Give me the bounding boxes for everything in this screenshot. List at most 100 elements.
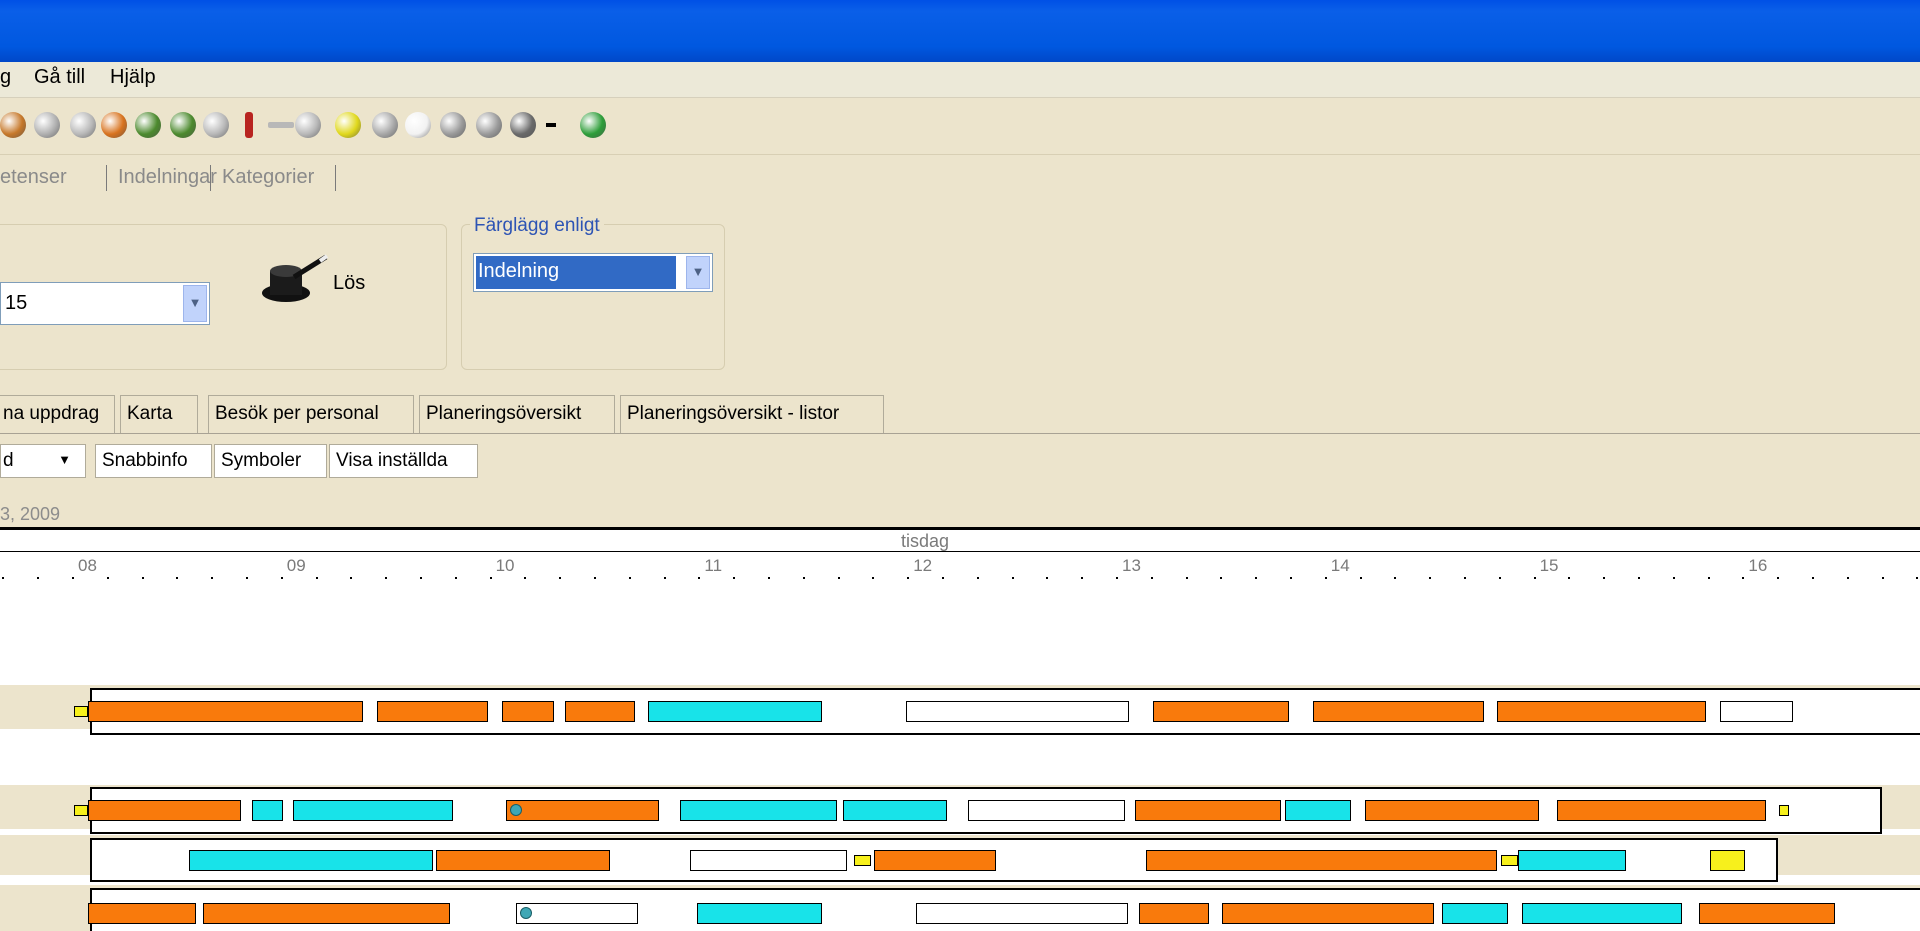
stop-icon[interactable] — [372, 112, 398, 138]
visit-bar[interactable] — [648, 701, 822, 722]
visit-bar[interactable] — [968, 800, 1125, 821]
visit-bar[interactable] — [1135, 800, 1281, 821]
tick-mark — [1499, 577, 1501, 579]
quick-info-button[interactable]: Snabbinfo — [95, 444, 212, 478]
visit-bar[interactable] — [1139, 903, 1209, 924]
pause-icon[interactable] — [335, 112, 361, 138]
hour-label: 16 — [1748, 556, 1768, 575]
visit-bar[interactable] — [843, 800, 947, 821]
visit-bar[interactable] — [293, 800, 453, 821]
visit-bar[interactable] — [74, 805, 88, 816]
visit-bar[interactable] — [88, 701, 363, 722]
visit-bar[interactable] — [690, 850, 847, 871]
visit-bar[interactable] — [1146, 850, 1497, 871]
tick-mark — [176, 577, 178, 579]
menu-bar: g Gå till Hjälp — [0, 62, 1920, 98]
visit-bar[interactable] — [88, 800, 241, 821]
visit-bar[interactable] — [916, 903, 1128, 924]
visit-bar[interactable] — [1501, 855, 1518, 866]
visit-bar[interactable] — [1779, 805, 1789, 816]
dropdown-arrow-icon[interactable]: ▼ — [58, 452, 71, 467]
tick-mark — [1882, 577, 1884, 579]
visit-bar[interactable] — [854, 855, 871, 866]
link-divisions[interactable]: Indelningar — [118, 166, 217, 189]
person-pair-icon[interactable] — [101, 112, 127, 138]
visit-bar[interactable] — [697, 903, 822, 924]
visit-bar[interactable] — [1522, 903, 1682, 924]
link-icon[interactable] — [268, 122, 294, 128]
tick-mark — [281, 577, 283, 579]
tick-mark — [1116, 577, 1118, 579]
visit-bar[interactable] — [436, 850, 610, 871]
pencil-icon[interactable] — [0, 112, 26, 138]
link-categories[interactable]: Kategorier — [222, 166, 314, 189]
window-titlebar[interactable] — [0, 0, 1920, 62]
visit-bar[interactable] — [88, 903, 196, 924]
tick-mark — [803, 577, 805, 579]
tick-mark — [942, 577, 944, 579]
symbols-button[interactable]: Symboler — [214, 444, 327, 478]
dropdown-arrow-icon[interactable] — [546, 123, 556, 127]
show-cancelled-button[interactable]: Visa inställda — [329, 444, 478, 478]
print-icon[interactable] — [510, 112, 536, 138]
tab-planning-overview[interactable]: Planeringsöversikt — [419, 395, 615, 433]
visit-bar[interactable] — [74, 706, 88, 717]
visit-bar[interactable] — [377, 701, 488, 722]
tick-mark — [72, 577, 74, 579]
visit-bar[interactable] — [1365, 800, 1539, 821]
visit-bar[interactable] — [1710, 850, 1745, 871]
visit-bar[interactable] — [506, 800, 659, 821]
visit-bar[interactable] — [502, 701, 554, 722]
visit-bar[interactable] — [189, 850, 433, 871]
menu-item-partial[interactable]: g — [0, 66, 11, 89]
chevron-down-icon[interactable]: ▼ — [686, 256, 710, 289]
visit-bar[interactable] — [1442, 903, 1508, 924]
menu-item-help[interactable]: Hjälp — [110, 66, 156, 89]
person-grey-icon[interactable] — [70, 112, 96, 138]
filter-combobox[interactable]: d ▼ — [0, 444, 86, 478]
visit-bar[interactable] — [1557, 800, 1766, 821]
visit-bar[interactable] — [516, 903, 638, 924]
solve-label[interactable]: Lös — [333, 272, 365, 295]
tab-assignments[interactable]: na uppdrag — [0, 395, 115, 433]
visit-bar[interactable] — [252, 800, 283, 821]
refresh-icon[interactable] — [580, 112, 606, 138]
person-group-icon[interactable] — [170, 112, 196, 138]
group-grey-icon[interactable] — [440, 112, 466, 138]
person-money-icon[interactable] — [135, 112, 161, 138]
color-by-select[interactable]: Indelning ▼ — [473, 253, 713, 292]
visit-bar[interactable] — [565, 701, 635, 722]
tab-map[interactable]: Karta — [120, 395, 198, 433]
tick-mark — [1360, 577, 1362, 579]
tab-visits-per-staff[interactable]: Besök per personal — [208, 395, 414, 433]
tick-mark — [1220, 577, 1222, 579]
menu-item-goto[interactable]: Gå till — [34, 66, 85, 89]
solve-button[interactable] — [260, 253, 330, 313]
tab-planning-overview-lists[interactable]: Planeringsöversikt - listor — [620, 395, 884, 433]
tick-mark — [1255, 577, 1257, 579]
person-arrow-icon[interactable] — [295, 112, 321, 138]
tick-mark — [559, 577, 561, 579]
visit-bar[interactable] — [1285, 800, 1351, 821]
link-competences[interactable]: etenser — [0, 166, 67, 189]
hand-icon[interactable] — [405, 112, 431, 138]
people-grey-icon[interactable] — [203, 112, 229, 138]
visit-bar[interactable] — [203, 903, 450, 924]
visit-bar[interactable] — [1153, 701, 1289, 722]
visit-bar[interactable] — [1313, 701, 1484, 722]
hour-label: 13 — [1122, 556, 1141, 575]
visit-bar[interactable] — [906, 701, 1129, 722]
tool-icon[interactable] — [34, 112, 60, 138]
visit-bar[interactable] — [1720, 701, 1793, 722]
visit-bar[interactable] — [874, 850, 996, 871]
visit-bar[interactable] — [1699, 903, 1835, 924]
visit-bar[interactable] — [680, 800, 837, 821]
visit-bar[interactable] — [1222, 903, 1434, 924]
gear-icon[interactable] — [476, 112, 502, 138]
visit-bar[interactable] — [1518, 850, 1626, 871]
pin-icon[interactable] — [245, 112, 253, 138]
period-select[interactable]: 15 ▼ — [0, 282, 210, 325]
visit-bar[interactable] — [1497, 701, 1706, 722]
chevron-down-icon[interactable]: ▼ — [183, 285, 207, 322]
timeline-day-row: tisdag — [0, 530, 1920, 552]
